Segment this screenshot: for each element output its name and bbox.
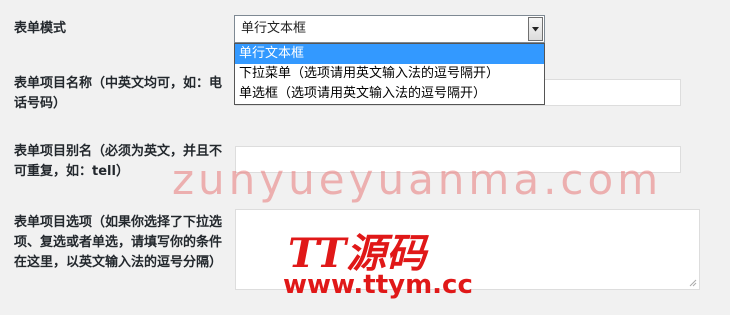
dropdown-option-radio[interactable]: 单选框（选项请用英文输入法的逗号隔开） [235, 84, 544, 104]
item-options-label: 表单项目选项（如果你选择了下拉选项、复选或者单选，请填写你的条件在这里，以英文输… [14, 215, 223, 270]
form-mode-selected-value: 单行文本框 [241, 21, 307, 36]
form-mode-select[interactable]: 单行文本框 [234, 15, 545, 43]
dropdown-option-single-line[interactable]: 单行文本框 [235, 44, 544, 64]
chevron-down-icon [532, 27, 539, 32]
item-name-label: 表单项目名称（中英文均可，如：电话号码） [14, 76, 223, 111]
logo-url-text: www.ttym.cc [283, 270, 473, 300]
resize-grip-icon[interactable] [689, 279, 697, 287]
watermark-text: zunyueyuanma.com [172, 155, 663, 204]
dropdown-option-select-menu[interactable]: 下拉菜单（选项请用英文输入法的逗号隔开） [235, 64, 544, 84]
form-mode-label: 表单模式 [14, 21, 67, 36]
form-mode-dropdown-list[interactable]: 单行文本框 下拉菜单（选项请用英文输入法的逗号隔开） 单选框（选项请用英文输入法… [234, 43, 545, 105]
dropdown-button[interactable] [528, 17, 543, 41]
